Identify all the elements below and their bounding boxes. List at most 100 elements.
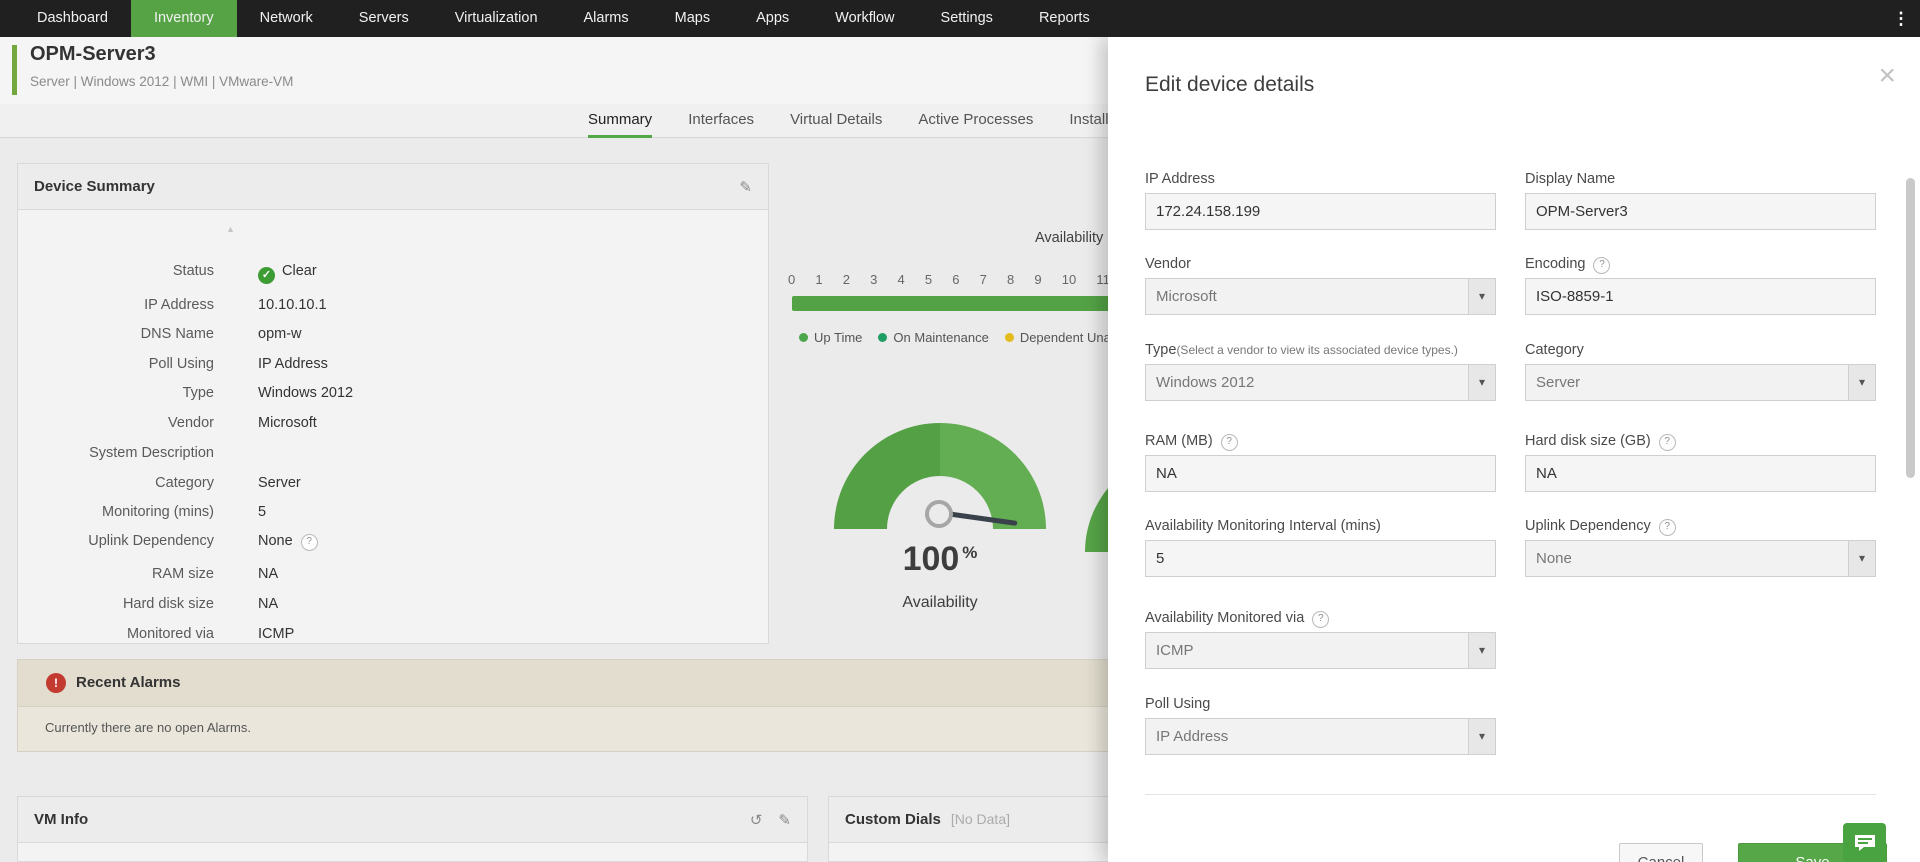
availability-monitored-via-select[interactable]: ICMP ▾ — [1145, 632, 1496, 669]
legend-item-maintenance: On Maintenance — [878, 330, 989, 345]
dropdown-arrow-icon: ▾ — [1468, 365, 1495, 400]
encoding-input[interactable] — [1525, 278, 1876, 315]
nav-network[interactable]: Network — [237, 0, 336, 37]
nav-dashboard[interactable]: Dashboard — [14, 0, 131, 37]
field-label: Category — [1525, 342, 1584, 358]
field-value: NA — [258, 566, 279, 582]
tab-summary[interactable]: Summary — [588, 104, 653, 138]
tab-interfaces[interactable]: Interfaces — [688, 104, 754, 138]
poll-using-select-value: IP Address — [1156, 728, 1229, 745]
poll-using-select[interactable]: IP Address ▾ — [1145, 718, 1496, 755]
close-icon[interactable]: × — [1878, 61, 1896, 91]
tab-active-processes[interactable]: Active Processes — [918, 104, 1033, 138]
help-icon[interactable]: ? — [1220, 434, 1238, 451]
summary-row-monitored-via: Monitored via ICMP — [18, 626, 768, 643]
ip-address-input[interactable] — [1145, 193, 1496, 230]
uplink-dependency-select[interactable]: None ▾ — [1525, 540, 1876, 577]
cancel-button[interactable]: Cancel — [1619, 843, 1703, 862]
field-label: Hard disk size — [122, 596, 214, 612]
vendor-select[interactable]: Microsoft ▾ — [1145, 278, 1496, 315]
summary-row-ip: IP Address 10.10.10.1 — [18, 297, 768, 317]
device-summary-panel: Device Summary ✎ ▲ Status ✓ Clear IP Addr… — [17, 163, 769, 644]
field-value: NA — [258, 596, 279, 612]
percent-sign: % — [962, 543, 978, 562]
tick-label: 10 — [1061, 272, 1077, 287]
nav-alarms[interactable]: Alarms — [561, 0, 652, 37]
help-icon[interactable]: ? — [1658, 434, 1676, 451]
nav-servers[interactable]: Servers — [336, 0, 432, 37]
field-value: Windows 2012 — [258, 385, 354, 401]
refresh-icon[interactable]: ↺ — [750, 811, 763, 829]
tabs: Summary Interfaces Virtual Details Activ… — [588, 104, 1125, 138]
category-select[interactable]: Server ▾ — [1525, 364, 1876, 401]
custom-dials-title: Custom Dials [No Data] — [845, 811, 1010, 828]
uplink-dependency-select-value: None — [1536, 550, 1572, 567]
nav-virtualization[interactable]: Virtualization — [432, 0, 561, 37]
field-value: ICMP — [258, 626, 295, 642]
collapse-arrow-icon[interactable]: ▲ — [226, 224, 235, 234]
feedback-chat-button[interactable] — [1843, 823, 1886, 862]
vm-info-title: VM Info — [34, 811, 89, 828]
device-summary-header: Device Summary ✎ — [18, 164, 768, 210]
status-text: Clear — [282, 263, 317, 279]
summary-row-category: Category Server — [18, 475, 768, 495]
summary-row-type: Type Windows 2012 — [18, 385, 768, 405]
dropdown-arrow-icon: ▾ — [1848, 541, 1875, 576]
field-label: Status — [172, 263, 214, 279]
help-icon[interactable]: ? — [1312, 611, 1330, 628]
status-clear-icon: ✓ — [258, 267, 275, 284]
top-navbar: Dashboard Inventory Network Servers Virt… — [0, 0, 1920, 37]
ram-input[interactable] — [1145, 455, 1496, 492]
field-label: Hard disk size (GB)? — [1525, 433, 1876, 451]
legend-label: Up Time — [814, 330, 863, 345]
dropdown-arrow-icon: ▾ — [1468, 719, 1495, 754]
maintenance-dot-icon — [878, 333, 888, 342]
edit-icon[interactable]: ✎ — [778, 811, 791, 829]
vm-info-header: VM Info ↺ ✎ — [18, 797, 807, 843]
availability-monitored-via-select-value: ICMP — [1156, 642, 1194, 659]
nav-maps[interactable]: Maps — [652, 0, 733, 37]
tick-label: 3 — [870, 272, 878, 287]
edit-device-details-panel: Edit device details × IP Address Display… — [1108, 37, 1920, 862]
availability-legend: Up Time On Maintenance Dependent Unavail… — [799, 330, 1155, 345]
device-subtitle: Server | Windows 2012 | WMI | VMware-VM — [30, 74, 294, 89]
scrollbar-thumb[interactable] — [1906, 178, 1915, 478]
help-icon[interactable]: ? — [300, 534, 318, 551]
availability-chart-title: Availability — [1035, 230, 1104, 246]
availability-interval-input[interactable] — [1145, 540, 1496, 577]
field-label: Category — [155, 475, 214, 491]
summary-row-monitoring: Monitoring (mins) 5 — [18, 504, 768, 524]
help-icon[interactable]: ? — [1593, 257, 1611, 274]
nav-settings[interactable]: Settings — [918, 0, 1016, 37]
field-label: Availability Monitored via? — [1145, 610, 1496, 628]
field-label: RAM (MB)? — [1145, 433, 1496, 451]
chat-bubble-icon — [1854, 834, 1875, 851]
legend-label: On Maintenance — [893, 330, 989, 345]
field-availability-monitored-via: Availability Monitored via? ICMP ▾ — [1145, 610, 1496, 669]
hard-disk-input[interactable] — [1525, 455, 1876, 492]
field-value: opm-w — [258, 326, 302, 342]
display-name-input[interactable] — [1525, 193, 1876, 230]
field-category: Category Server ▾ — [1525, 342, 1876, 401]
type-select[interactable]: Windows 2012 ▾ — [1145, 364, 1496, 401]
tick-label: 2 — [842, 272, 850, 287]
summary-row-vendor: Vendor Microsoft — [18, 415, 768, 435]
tick-label: 6 — [952, 272, 960, 287]
nav-reports[interactable]: Reports — [1016, 0, 1113, 37]
kebab-menu-icon[interactable]: ⋮ — [1888, 0, 1914, 37]
field-uplink-dependency: Uplink Dependency? None ▾ — [1525, 518, 1876, 577]
field-label: Type(Select a vendor to view its associa… — [1145, 342, 1458, 358]
field-label: Vendor — [168, 415, 214, 431]
nav-inventory[interactable]: Inventory — [130, 0, 237, 37]
summary-row-poll: Poll Using IP Address — [18, 356, 768, 376]
field-label: DNS Name — [140, 326, 214, 342]
help-icon[interactable]: ? — [1658, 519, 1676, 536]
nav-workflow[interactable]: Workflow — [812, 0, 917, 37]
edit-icon[interactable]: ✎ — [739, 178, 752, 196]
tick-label: 1 — [815, 272, 823, 287]
no-data-badge: [No Data] — [950, 811, 1010, 827]
field-label: IP Address — [144, 297, 214, 313]
field-label: Display Name — [1525, 171, 1616, 187]
tab-virtual-details[interactable]: Virtual Details — [790, 104, 882, 138]
nav-apps[interactable]: Apps — [733, 0, 812, 37]
